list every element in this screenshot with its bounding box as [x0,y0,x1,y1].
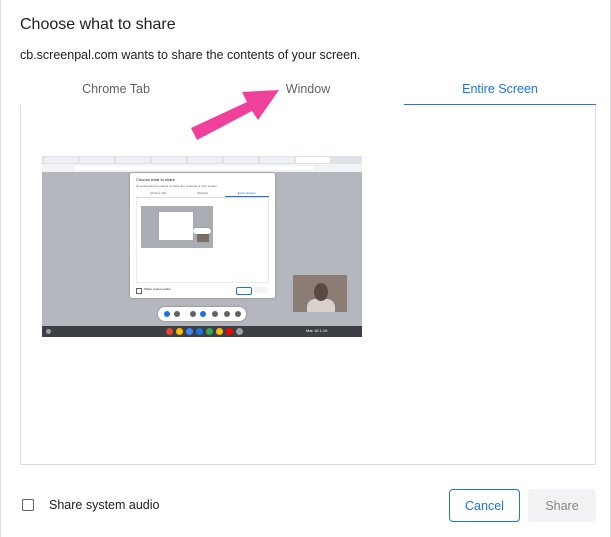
tab-window[interactable]: Window [212,76,404,105]
thumb-footer: Share system audio [136,287,269,295]
cancel-button[interactable]: Cancel [449,489,520,522]
thumb-panel [136,198,269,283]
share-source-tabs: Chrome Tab Window Entire Screen [20,76,596,106]
share-audio-label: Share system audio [49,498,160,512]
thumb-shelf: Mar 18 1:19 [42,326,362,337]
thumb-tab-entire: Entire Screen [224,191,269,197]
dialog-subtitle: cb.screenpal.com wants to share the cont… [20,48,361,62]
thumb-mini-pill [193,228,211,234]
dialog-title: Choose what to share [20,16,176,33]
thumb-tab-window: Window [197,191,208,195]
tab-chrome-tab[interactable]: Chrome Tab [20,76,212,105]
thumb-url-bar [42,164,362,172]
thumb-tabs: Chrome Tab Window Entire Screen [136,191,269,198]
thumb-share-button [254,287,268,293]
thumb-recorder-toolbar [158,307,246,321]
share-button[interactable]: Share [528,489,596,522]
screen-thumbnail[interactable]: Choose what to share cb.screenpal.com wa… [42,156,362,337]
thumb-share-dialog: Choose what to share cb.screenpal.com wa… [130,173,275,298]
thumb-webcam-overlay [293,275,347,312]
thumb-dialog-subtitle: cb.screenpal.com wants to share the cont… [136,184,218,188]
thumb-mini-screen [141,206,213,248]
share-system-audio-toggle[interactable]: Share system audio [22,498,159,512]
thumb-dialog-title: Choose what to share [136,177,175,182]
share-dialog: Choose what to share cb.screenpal.com wa… [0,0,611,537]
thumb-cancel-button [236,287,252,295]
tab-entire-screen[interactable]: Entire Screen [404,76,596,106]
thumb-tab-strip [42,156,362,164]
share-audio-checkbox[interactable] [22,499,34,511]
thumb-shelf-time: Mar 18 1:19 [306,328,328,333]
thumb-audio-label: Share system audio [144,287,171,291]
thumb-checkbox [136,288,142,294]
thumb-tab-chrome: Chrome Tab [150,191,167,195]
screen-list-panel: Choose what to share cb.screenpal.com wa… [20,105,596,465]
